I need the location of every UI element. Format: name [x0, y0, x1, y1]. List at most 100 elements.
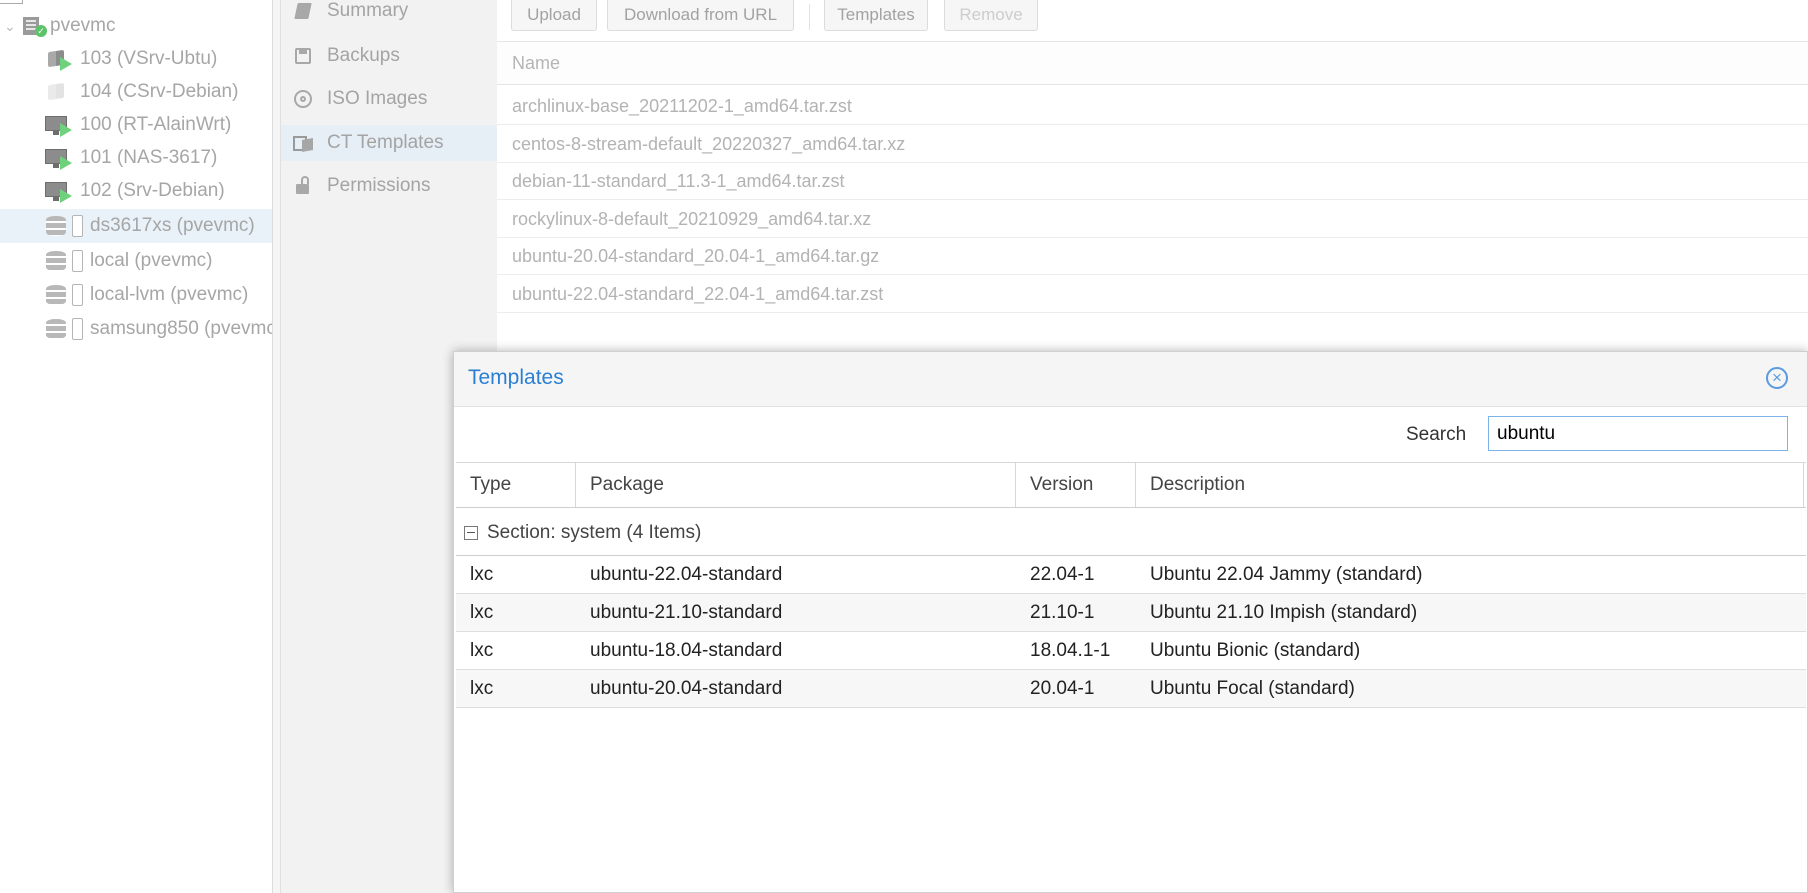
file-row[interactable]: ubuntu-22.04-standard_22.04-1_amd64.tar.… [497, 276, 1808, 313]
column-header-version[interactable]: Version [1016, 463, 1136, 507]
storage-icon [44, 247, 84, 275]
tree-item-label: ds3617xs (pvevmc) [90, 215, 255, 236]
storage-icon [44, 212, 84, 240]
container-stopped-icon [46, 80, 70, 104]
cell-description: Ubuntu 21.10 Impish (standard) [1150, 602, 1418, 623]
tree-item-local[interactable]: local (pvevmc) [0, 244, 272, 278]
tree-item-local-lvm[interactable]: local-lvm (pvevmc) [0, 278, 272, 312]
nav-permissions[interactable]: Permissions [281, 168, 497, 204]
table-row[interactable]: lxc ubuntu-21.10-standard 21.10-1 Ubuntu… [456, 594, 1806, 632]
table-row[interactable]: lxc ubuntu-22.04-standard 22.04-1 Ubuntu… [456, 556, 1806, 594]
resource-tree: ⌄ ✓ pvevmc 103 (VSrv-Ubtu) 104 (CSrv-Deb… [0, 0, 273, 893]
disc-icon [293, 89, 313, 109]
table-row[interactable]: lxc ubuntu-18.04-standard 18.04.1-1 Ubun… [456, 632, 1806, 670]
file-name: debian-11-standard_11.3-1_amd64.tar.zst [512, 170, 845, 191]
chevron-down-icon[interactable]: ⌄ [4, 18, 18, 35]
storage-icon [44, 315, 84, 343]
nav-label: CT Templates [327, 132, 444, 153]
nav-backups[interactable]: Backups [281, 39, 497, 73]
cell-description: Ubuntu 22.04 Jammy (standard) [1150, 564, 1423, 585]
search-input[interactable] [1488, 416, 1788, 451]
nav-label: Backups [327, 45, 400, 66]
nav-label: ISO Images [327, 88, 428, 109]
cell-description: Ubuntu Bionic (standard) [1150, 640, 1361, 661]
server-node-icon: ✓ [22, 15, 47, 37]
remove-button: Remove [944, 0, 1038, 31]
tree-item-label: 103 (VSrv-Ubtu) [80, 48, 218, 69]
cell-version: 18.04.1-1 [1030, 640, 1111, 661]
group-label: Section: system (4 Items) [487, 521, 702, 543]
tree-item-label: 100 (RT-AlainWrt) [80, 114, 232, 135]
nav-summary[interactable]: Summary [281, 0, 497, 28]
tree-item-label: samsung850 (pvevmc) [90, 318, 272, 339]
name-column-header[interactable]: Name [512, 53, 560, 74]
tree-item-103[interactable]: 103 (VSrv-Ubtu) [0, 43, 272, 75]
vm-running-icon [44, 147, 72, 170]
tree-item-label: 101 (NAS-3617) [80, 147, 218, 168]
nav-ct-templates[interactable]: CT Templates [281, 125, 497, 161]
collapse-icon[interactable] [464, 525, 478, 540]
cell-package: ubuntu-18.04-standard [590, 640, 783, 661]
vm-running-icon [44, 114, 72, 137]
nav-label: Permissions [327, 175, 431, 196]
dialog-title: Templates [468, 366, 564, 389]
cell-type: lxc [470, 602, 494, 623]
column-headers: Type Package Version Description [456, 462, 1806, 508]
upload-button[interactable]: Upload [511, 0, 597, 31]
tree-item-ds3617xs[interactable]: ds3617xs (pvevmc) [0, 209, 272, 243]
file-row[interactable]: debian-11-standard_11.3-1_amd64.tar.zst [497, 163, 1808, 200]
file-name: rockylinux-8-default_20210929_amd64.tar.… [512, 208, 872, 229]
book-icon [293, 1, 313, 21]
cell-type: lxc [470, 564, 494, 585]
nav-label: Summary [327, 0, 409, 21]
download-from-url-button[interactable]: Download from URL [607, 0, 794, 31]
tree-item-100[interactable]: 100 (RT-AlainWrt) [0, 109, 272, 141]
cell-description: Ubuntu Focal (standard) [1150, 678, 1355, 699]
cell-type: lxc [470, 678, 494, 699]
cell-version: 22.04-1 [1030, 564, 1095, 585]
storage-icon [44, 281, 84, 309]
tree-item-104[interactable]: 104 (CSrv-Debian) [0, 76, 272, 108]
column-header-type[interactable]: Type [456, 463, 576, 507]
container-running-icon [46, 47, 72, 71]
file-name: centos-8-stream-default_20220327_amd64.t… [512, 133, 906, 154]
search-label: Search [1406, 424, 1467, 445]
vm-running-icon [44, 180, 72, 203]
tree-item-label: 104 (CSrv-Debian) [80, 81, 239, 102]
file-name: archlinux-base_20211202-1_amd64.tar.zst [512, 95, 852, 116]
column-header-description[interactable]: Description [1136, 463, 1804, 507]
cell-package: ubuntu-20.04-standard [590, 678, 783, 699]
file-name: ubuntu-22.04-standard_22.04-1_amd64.tar.… [512, 283, 884, 304]
container-template-icon [293, 133, 313, 153]
tree-item-label: 102 (Srv-Debian) [80, 180, 225, 201]
templates-button[interactable]: Templates [824, 0, 928, 31]
tree-item-102[interactable]: 102 (Srv-Debian) [0, 175, 272, 207]
cell-version: 21.10-1 [1030, 602, 1095, 623]
file-name: ubuntu-20.04-standard_20.04-1_amd64.tar.… [512, 245, 880, 266]
dialog-header[interactable]: Templates × [454, 352, 1807, 407]
file-row[interactable]: archlinux-base_20211202-1_amd64.tar.zst [497, 88, 1808, 125]
cell-type: lxc [470, 640, 494, 661]
cell-package: ubuntu-22.04-standard [590, 564, 783, 585]
tree-item-label: local-lvm (pvevmc) [90, 284, 249, 305]
tree-node-pvevmc[interactable]: ⌄ ✓ pvevmc [0, 10, 272, 42]
tree-item-samsung850[interactable]: samsung850 (pvevmc) [0, 312, 272, 346]
tree-item-label: local (pvevmc) [90, 250, 213, 271]
cell-package: ubuntu-21.10-standard [590, 602, 783, 623]
file-row[interactable]: ubuntu-20.04-standard_20.04-1_amd64.tar.… [497, 238, 1808, 275]
column-header-package[interactable]: Package [576, 463, 1016, 507]
toolbar-separator [809, 4, 810, 30]
close-icon[interactable]: × [1766, 367, 1788, 389]
table-row[interactable]: lxc ubuntu-20.04-standard 20.04-1 Ubuntu… [456, 670, 1806, 708]
nav-iso-images[interactable]: ISO Images [281, 82, 497, 116]
group-header-row[interactable]: Section: system (4 Items) [456, 510, 1806, 556]
tree-node-label: pvevmc [50, 15, 116, 36]
file-row[interactable]: centos-8-stream-default_20220327_amd64.t… [497, 126, 1808, 163]
unlock-icon [293, 176, 313, 196]
tree-connector-line [0, 0, 23, 4]
grid-header[interactable]: Name [497, 41, 1808, 85]
tree-item-101[interactable]: 101 (NAS-3617) [0, 142, 272, 174]
templates-dialog: Templates × Search Type Package Version … [453, 351, 1808, 893]
file-row[interactable]: rockylinux-8-default_20210929_amd64.tar.… [497, 201, 1808, 238]
cell-version: 20.04-1 [1030, 678, 1095, 699]
